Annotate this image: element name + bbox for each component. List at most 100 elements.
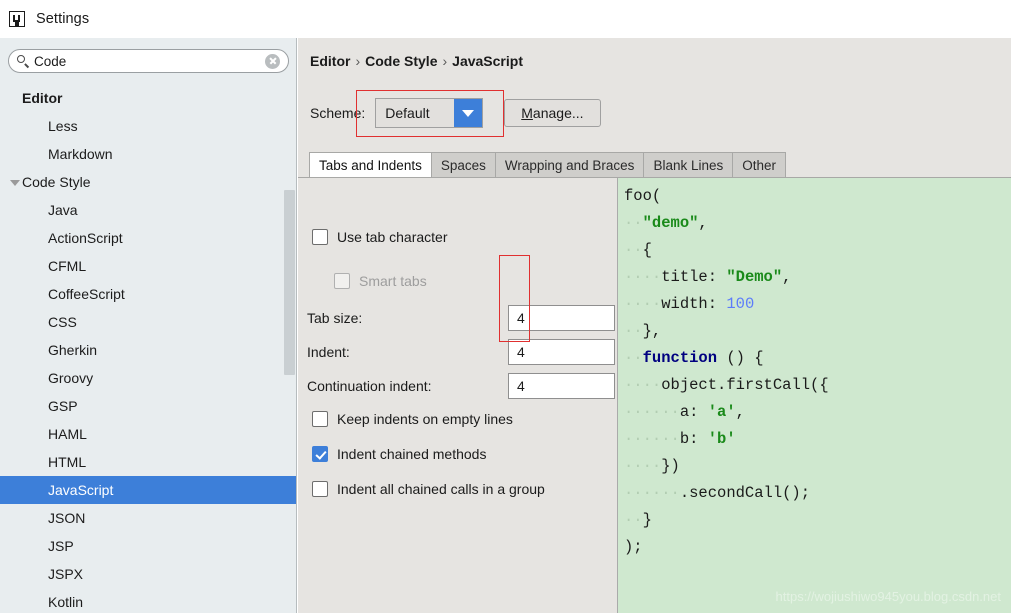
sidebar-item-label: CoffeeScript xyxy=(48,286,125,302)
sidebar-item-coffeescript[interactable]: CoffeeScript xyxy=(0,280,296,308)
sidebar-item-label: Kotlin xyxy=(48,594,84,610)
input-tab-size[interactable]: 4 xyxy=(508,305,615,331)
sidebar-item-less[interactable]: Less xyxy=(0,112,296,140)
input-value: 4 xyxy=(517,344,525,360)
sidebar-item-label: JSON xyxy=(48,510,86,526)
sidebar-item-code-style[interactable]: Code Style xyxy=(0,168,296,196)
checkbox-label: Indent chained methods xyxy=(337,446,487,462)
checkbox-checked-icon[interactable] xyxy=(312,446,328,462)
sidebar-item-label: Gherkin xyxy=(48,342,98,358)
tab-label: Spaces xyxy=(440,157,486,173)
sidebar-item-html[interactable]: HTML xyxy=(0,448,296,476)
chevron-down-icon xyxy=(454,99,483,127)
code-token: { xyxy=(642,241,652,259)
manage-button-label: anage... xyxy=(532,105,584,121)
breadcrumb-part: Editor xyxy=(310,53,351,69)
checkbox-use-tab-character[interactable]: Use tab character xyxy=(312,226,448,248)
sidebar-item-haml[interactable]: HAML xyxy=(0,420,296,448)
sidebar-item-editor[interactable]: Editor xyxy=(0,84,296,112)
checkbox-keep-indents-on-empty-lines[interactable]: Keep indents on empty lines xyxy=(312,408,513,430)
tabs-and-indents-form: Use tab character Smart tabs Tab size: 4 Ind… xyxy=(298,178,617,613)
sidebar-item-jspx[interactable]: JSPX xyxy=(0,560,296,588)
manage-button[interactable]: Manage... xyxy=(504,99,601,127)
breadcrumb-separator: › xyxy=(442,53,448,69)
code-line: ··}, xyxy=(624,318,829,345)
sidebar-item-java[interactable]: Java xyxy=(0,196,296,224)
code-preview-text: foo(··"demo", ··{····title: "Demo", ····wi… xyxy=(624,183,829,561)
checkbox-unchecked-icon xyxy=(334,273,350,289)
sidebar-item-label: JSP xyxy=(48,538,74,554)
tab-spaces[interactable]: Spaces xyxy=(430,152,496,177)
code-line: ··{ xyxy=(624,237,829,264)
scheme-dropdown[interactable]: Default xyxy=(375,98,484,128)
sidebar-item-label: ActionScript xyxy=(48,230,123,246)
breadcrumb-part: Code Style xyxy=(365,53,438,69)
field-label: Continuation indent: xyxy=(307,378,432,394)
tab-label: Blank Lines xyxy=(653,157,724,173)
checkbox-unchecked-icon[interactable] xyxy=(312,411,328,427)
checkbox-indent-all-chained-calls-in-a-group[interactable]: Indent all chained calls in a group xyxy=(312,478,545,500)
input-value: 4 xyxy=(517,378,525,394)
sidebar-item-cfml[interactable]: CFML xyxy=(0,252,296,280)
checkbox-indent-chained-methods[interactable]: Indent chained methods xyxy=(312,443,486,465)
sidebar-item-javascript[interactable]: JavaScript xyxy=(0,476,296,504)
code-token: ······ xyxy=(624,403,680,421)
watermark: https://wojiushiwo945you.blog.csdn.net xyxy=(775,589,1001,604)
sidebar-item-label: Java xyxy=(48,202,78,218)
code-token: ·· xyxy=(624,511,643,529)
sidebar-item-jsp[interactable]: JSP xyxy=(0,532,296,560)
sidebar-item-groovy[interactable]: Groovy xyxy=(0,364,296,392)
code-token: width: xyxy=(661,295,727,313)
sidebar-item-markdown[interactable]: Markdown xyxy=(0,140,296,168)
sidebar-item-gsp[interactable]: GSP xyxy=(0,392,296,420)
sidebar-item-kotlin[interactable]: Kotlin xyxy=(0,588,296,613)
clear-icon[interactable] xyxy=(265,53,280,69)
sidebar-item-gherkin[interactable]: Gherkin xyxy=(0,336,296,364)
settings-sidebar: Code Editor Less Markdown Code Style Java Act… xyxy=(0,38,297,613)
code-token: .secondCall(); xyxy=(679,484,811,502)
code-token: , xyxy=(735,403,745,421)
sidebar-item-css[interactable]: CSS xyxy=(0,308,296,336)
tab-blank-lines[interactable]: Blank Lines xyxy=(643,152,734,177)
sidebar-item-actionscript[interactable]: ActionScript xyxy=(0,224,296,252)
code-line: ··function () { xyxy=(624,345,829,372)
checkbox-unchecked-icon[interactable] xyxy=(312,229,328,245)
sidebar-item-label: Groovy xyxy=(48,370,94,386)
field-row: Indent: 4 xyxy=(307,339,615,365)
breadcrumb-part: JavaScript xyxy=(452,53,523,69)
intellij-idea-icon xyxy=(9,11,25,27)
input-indent[interactable]: 4 xyxy=(508,339,615,365)
field-label: Indent: xyxy=(307,344,350,360)
sidebar-item-label: GSP xyxy=(48,398,78,414)
breadcrumb: Editor › Code Style › JavaScript xyxy=(310,53,523,69)
tab-wrapping-and-braces[interactable]: Wrapping and Braces xyxy=(494,152,645,177)
search-icon xyxy=(17,55,29,67)
code-token: ···· xyxy=(624,457,662,475)
input-continuation-indent[interactable]: 4 xyxy=(508,373,615,399)
breadcrumb-separator: › xyxy=(355,53,361,69)
code-token: ······ xyxy=(624,484,680,502)
checkbox-unchecked-icon[interactable] xyxy=(312,481,328,497)
manage-button-mnemonic: M xyxy=(521,105,533,121)
sidebar-item-label: Less xyxy=(48,118,78,134)
code-token: , xyxy=(698,214,708,232)
code-token: , xyxy=(782,268,792,286)
sidebar-item-json[interactable]: JSON xyxy=(0,504,296,532)
sidebar-item-label: JSPX xyxy=(48,566,84,582)
code-preview-panel: foo(··"demo", ··{····title: "Demo", ····wi… xyxy=(617,178,1011,613)
tab-tabs-and-indents[interactable]: Tabs and Indents xyxy=(309,152,432,177)
code-token: a: xyxy=(679,403,708,421)
sidebar-scrollbar[interactable] xyxy=(284,190,295,375)
chevron-down-icon[interactable] xyxy=(9,176,22,189)
field-row: Tab size: 4 xyxy=(307,305,615,331)
search-input[interactable]: Code xyxy=(8,49,289,73)
tab-other[interactable]: Other xyxy=(732,152,786,177)
